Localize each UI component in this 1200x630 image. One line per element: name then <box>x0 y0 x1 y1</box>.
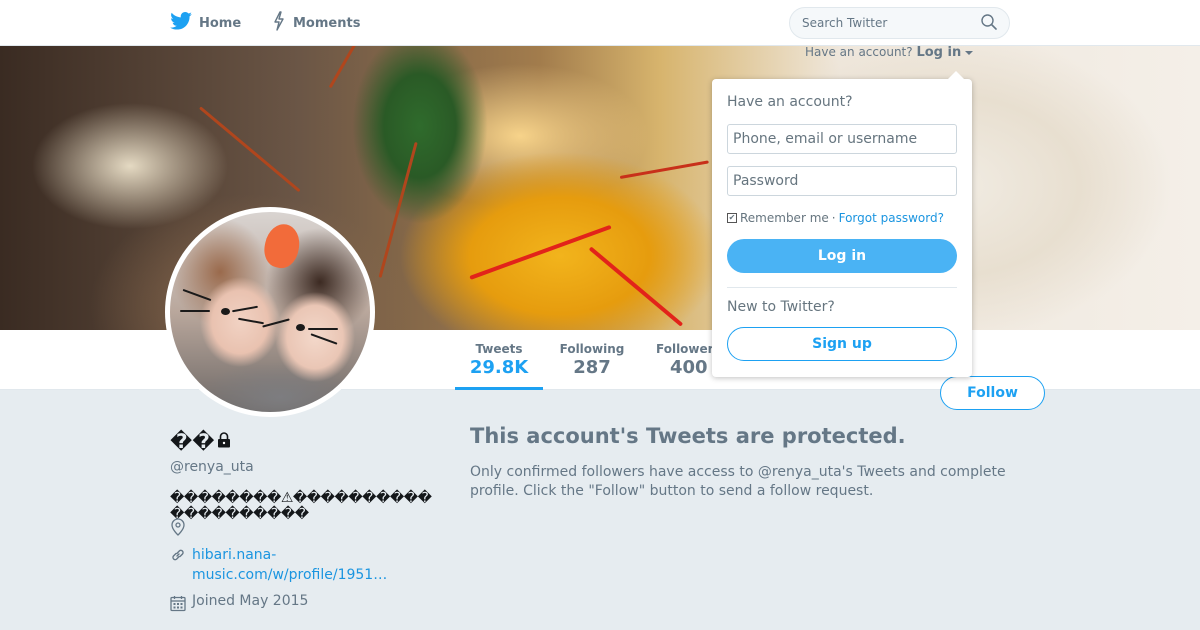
protected-notice: This account's Tweets are protected. Onl… <box>470 424 1030 501</box>
profile-name: �� <box>170 429 215 453</box>
stat-tweets-label: Tweets <box>475 342 523 356</box>
password-field[interactable]: Password <box>727 166 957 196</box>
joined-date: Joined May 2015 <box>192 593 309 609</box>
login-link[interactable]: Log in <box>916 45 961 60</box>
profile-website: hibari.nana- music.com/w/profile/1951… <box>170 545 387 585</box>
nav-home[interactable]: Home <box>170 12 241 34</box>
username-placeholder: Phone, email or username <box>733 131 918 147</box>
remember-row: ✔ Remember me · Forgot password? <box>727 211 957 225</box>
calendar-icon <box>170 595 186 616</box>
avatar-photo <box>170 212 370 412</box>
profile-bio: ��������⚠���������� ���������� <box>170 490 432 522</box>
search-input[interactable]: Search Twitter <box>789 7 1010 39</box>
signup-button[interactable]: Sign up <box>727 327 957 361</box>
profile-name-row: �� <box>170 428 440 454</box>
follow-button[interactable]: Follow <box>940 376 1045 410</box>
location-icon <box>170 518 186 540</box>
remember-separator: · <box>831 211 836 225</box>
lock-icon <box>217 429 231 453</box>
remember-checkbox[interactable]: ✔ <box>727 213 737 223</box>
stat-tweets[interactable]: Tweets 29.8K <box>468 342 530 378</box>
link-icon <box>170 547 186 585</box>
login-dropdown: Have an account? Phone, email or usernam… <box>712 71 972 377</box>
nav-home-label: Home <box>199 15 242 31</box>
username-field[interactable]: Phone, email or username <box>727 124 957 154</box>
profile-location <box>170 518 186 540</box>
profile-joined: Joined May 2015 <box>170 593 308 616</box>
password-placeholder: Password <box>733 173 799 189</box>
nav-moments[interactable]: Moments <box>272 11 361 35</box>
protected-title: This account's Tweets are protected. <box>470 424 906 448</box>
dropdown-divider <box>727 287 957 288</box>
stat-following-label: Following <box>559 342 625 356</box>
website-line-2: music.com/w/profile/1951… <box>192 567 388 583</box>
stat-tweets-value: 29.8K <box>469 357 529 378</box>
active-tab-indicator <box>455 387 543 390</box>
login-toggle[interactable]: Have an account? Log in <box>805 45 974 60</box>
avatar[interactable] <box>165 207 375 417</box>
login-button[interactable]: Log in <box>727 239 957 273</box>
top-navigation: Home Moments Search Twitter <box>0 0 1200 46</box>
website-line-1: hibari.nana- <box>192 547 277 563</box>
twitter-bird-icon <box>170 12 192 34</box>
login-prompt: Have an account? <box>805 45 913 59</box>
website-link[interactable]: hibari.nana- music.com/w/profile/1951… <box>192 545 387 585</box>
search-icon[interactable] <box>981 13 997 33</box>
caret-down-icon <box>965 45 974 59</box>
search-placeholder: Search Twitter <box>802 16 888 30</box>
login-dropdown-heading: Have an account? <box>727 94 853 110</box>
new-to-twitter-text: New to Twitter? <box>727 299 835 315</box>
moments-bolt-icon <box>272 11 286 35</box>
stat-following[interactable]: Following 287 <box>556 342 628 378</box>
profile-handle[interactable]: @renya_uta <box>170 459 440 475</box>
profile-card: �� @renya_uta ��������⚠���������� ������… <box>170 428 440 522</box>
stat-following-value: 287 <box>573 357 611 378</box>
forgot-password-link[interactable]: Forgot password? <box>839 211 944 225</box>
nav-moments-label: Moments <box>293 15 361 31</box>
remember-label[interactable]: Remember me <box>740 211 829 225</box>
protected-message: Only confirmed followers have access to … <box>470 464 1006 499</box>
